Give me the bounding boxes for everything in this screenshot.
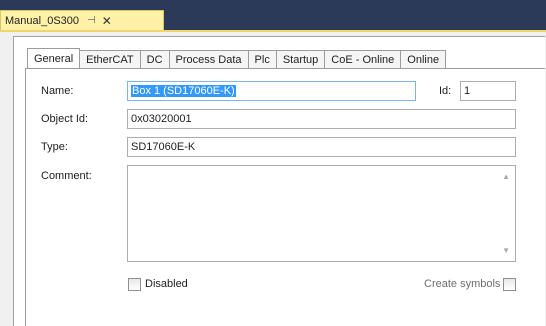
disabled-label: Disabled (145, 278, 188, 290)
tab-dc[interactable]: DC (140, 50, 170, 69)
type-field[interactable]: SD17060E-K (127, 137, 516, 157)
comment-textarea[interactable]: ▲ ▼ (127, 165, 516, 262)
object-id-field[interactable]: 0x03020001 (127, 109, 516, 129)
type-label: Type: (41, 141, 68, 153)
tab-ethercat[interactable]: EtherCAT (80, 50, 141, 69)
document-tab[interactable]: Manual_0S300 ⊣ ✕ (0, 10, 164, 30)
close-icon[interactable]: ✕ (102, 14, 112, 28)
tab-startup[interactable]: Startup (276, 50, 326, 69)
type-value: SD17060E-K (131, 141, 196, 153)
id-input[interactable]: 1 (460, 81, 516, 101)
tab-general[interactable]: General (27, 48, 81, 69)
tab-plc[interactable]: Plc (248, 50, 277, 69)
scroll-down-icon[interactable]: ▼ (502, 246, 510, 255)
tab-online[interactable]: Online (401, 50, 447, 69)
name-value: Box 1 (SD17060E-K) (131, 85, 236, 97)
pin-icon[interactable]: ⊣ (87, 15, 96, 26)
create-symbols-checkbox[interactable] (503, 278, 516, 291)
tab-coe-online[interactable]: CoE - Online (325, 50, 402, 69)
name-input[interactable]: Box 1 (SD17060E-K) (127, 81, 416, 101)
document-tab-title: Manual_0S300 (5, 14, 80, 27)
create-symbols-label: Create symbols (424, 278, 501, 290)
name-label: Name: (41, 85, 74, 97)
object-id-value: 0x03020001 (131, 113, 192, 125)
scroll-up-icon[interactable]: ▲ (502, 172, 510, 181)
id-value: 1 (464, 85, 471, 97)
tab-process-data[interactable]: Process Data (169, 50, 249, 69)
id-label: Id: (439, 85, 452, 97)
property-tabs: General EtherCAT DC Process Data Plc Sta… (27, 48, 447, 69)
comment-label: Comment: (41, 170, 92, 182)
disabled-checkbox[interactable] (128, 278, 141, 291)
object-id-label: Object Id: (41, 113, 89, 125)
